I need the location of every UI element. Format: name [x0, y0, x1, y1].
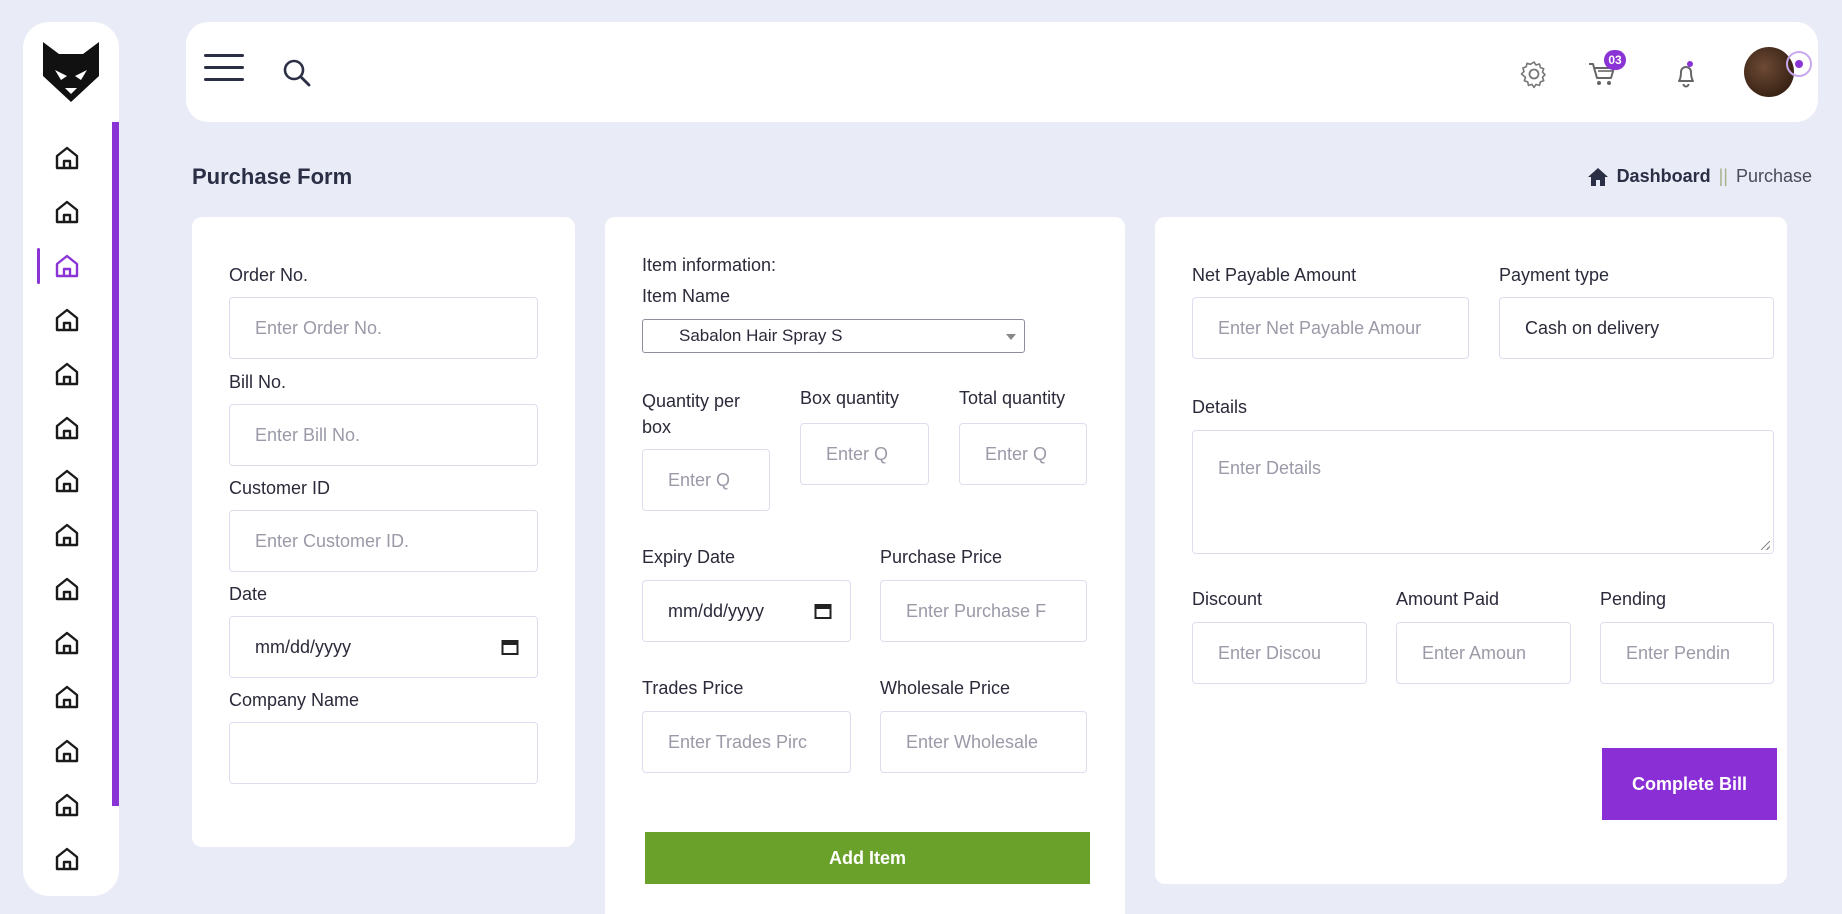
- wholesale-price-input[interactable]: Enter Wholesale: [880, 711, 1087, 773]
- fox-logo-icon: [43, 42, 99, 102]
- home-icon: [55, 146, 79, 170]
- company-name-input[interactable]: [229, 722, 538, 784]
- box-qty-input[interactable]: Enter Q: [800, 423, 929, 485]
- sidebar-nav-item[interactable]: [37, 515, 97, 555]
- sidebar-nav-item[interactable]: [37, 408, 97, 448]
- online-status-icon: [1786, 51, 1812, 77]
- breadcrumb-dashboard-link[interactable]: Dashboard: [1617, 166, 1711, 187]
- home-icon: [55, 523, 79, 547]
- home-icon: [55, 739, 79, 763]
- home-icon: [55, 200, 79, 224]
- sidebar-nav-item[interactable]: [37, 623, 97, 663]
- expiry-date-input[interactable]: mm/dd/yyyy: [642, 580, 851, 642]
- wholesale-price-label: Wholesale Price: [880, 678, 1011, 698]
- home-icon: [55, 793, 79, 817]
- payment-type-label: Payment type: [1499, 265, 1610, 285]
- date-input-text: mm/dd/yyyy: [255, 636, 352, 657]
- sidebar-nav-item[interactable]: [37, 785, 97, 825]
- discount-label: Discount: [1192, 589, 1263, 609]
- details-placeholder: Enter Details: [1218, 458, 1322, 478]
- discount-input[interactable]: Enter Discou: [1192, 622, 1367, 684]
- box-qty-label: Box quantity: [800, 388, 900, 408]
- gear-icon[interactable]: [1518, 58, 1550, 90]
- details-textarea[interactable]: Enter Details: [1192, 430, 1774, 554]
- date-label: Date: [229, 584, 268, 604]
- hamburger-menu-icon[interactable]: [204, 54, 244, 90]
- payment-card: Net Payable Amount Enter Net Payable Amo…: [1155, 217, 1787, 884]
- sidebar-nav-item[interactable]: [37, 731, 97, 771]
- home-icon: [55, 469, 79, 493]
- calendar-icon[interactable]: [814, 602, 832, 620]
- item-info-card: Item information: Item Name Sabalon Hair…: [605, 217, 1125, 914]
- home-icon[interactable]: [1587, 167, 1609, 187]
- item-name-select[interactable]: Sabalon Hair Spray S: [642, 319, 1025, 353]
- top-bar: 03: [186, 22, 1818, 122]
- sidebar-nav-item[interactable]: [37, 677, 97, 717]
- order-no-input[interactable]: Enter Order No.: [229, 297, 538, 359]
- sidebar-nav-item[interactable]: [37, 569, 97, 609]
- page-title: Purchase Form: [192, 164, 353, 189]
- order-info-card: Order No. Enter Order No. Bill No. Enter…: [192, 217, 575, 847]
- sidebar-scrollbar[interactable]: [112, 122, 119, 806]
- chevron-down-icon: [1006, 334, 1016, 340]
- purchase-price-label: Purchase Price: [880, 547, 1003, 567]
- details-label: Details: [1192, 397, 1248, 417]
- sidebar-nav-item[interactable]: [37, 839, 97, 879]
- amount-paid-input[interactable]: Enter Amoun: [1396, 622, 1571, 684]
- notification-bell-icon[interactable]: [1670, 58, 1702, 90]
- pending-input[interactable]: Enter Pendin: [1600, 622, 1774, 684]
- item-name-label: Item Name: [642, 286, 731, 306]
- breadcrumb-separator: ||: [1718, 166, 1728, 186]
- purchase-price-input[interactable]: Enter Purchase F: [880, 580, 1087, 642]
- search-icon[interactable]: [282, 58, 312, 88]
- breadcrumb: Dashboard || Purchase: [1587, 166, 1812, 187]
- total-qty-label: Total quantity: [959, 388, 1066, 408]
- bill-no-input[interactable]: Enter Bill No.: [229, 404, 538, 466]
- home-icon: [55, 631, 79, 655]
- customer-id-input[interactable]: Enter Customer ID.: [229, 510, 538, 572]
- bill-no-label: Bill No.: [229, 372, 287, 392]
- sidebar-nav-item[interactable]: [37, 461, 97, 501]
- expiry-date-label: Expiry Date: [642, 547, 736, 567]
- complete-bill-button[interactable]: Complete Bill: [1602, 748, 1777, 820]
- user-avatar[interactable]: [1744, 47, 1794, 97]
- customer-id-label: Customer ID: [229, 478, 331, 498]
- breadcrumb-current: Purchase: [1735, 166, 1812, 186]
- calendar-icon[interactable]: [501, 638, 519, 656]
- home-icon: [55, 254, 79, 278]
- item-info-title: Item information:: [642, 255, 777, 275]
- home-icon: [55, 685, 79, 709]
- total-qty-input[interactable]: Enter Q: [959, 423, 1087, 485]
- qty-per-box-label: Quantity per box: [642, 391, 741, 437]
- sidebar-nav-item[interactable]: [37, 246, 97, 286]
- item-name-selected: Sabalon Hair Spray S: [679, 326, 843, 345]
- home-icon: [55, 847, 79, 871]
- net-payable-label: Net Payable Amount: [1192, 265, 1357, 285]
- sidebar-nav-item[interactable]: [37, 300, 97, 340]
- sidebar-nav-item[interactable]: [37, 192, 97, 232]
- sidebar-nav-item[interactable]: [37, 138, 97, 178]
- payment-type-select[interactable]: Cash on delivery: [1499, 297, 1774, 359]
- amount-paid-label: Amount Paid: [1396, 589, 1500, 609]
- add-item-button[interactable]: Add Item: [645, 832, 1090, 884]
- pending-label: Pending: [1600, 589, 1667, 609]
- net-payable-input[interactable]: Enter Net Payable Amour: [1192, 297, 1469, 359]
- trades-price-label: Trades Price: [642, 678, 744, 698]
- expiry-date-text: mm/dd/yyyy: [668, 600, 765, 621]
- home-icon: [55, 577, 79, 601]
- sidebar-nav-item[interactable]: [37, 354, 97, 394]
- home-icon: [55, 362, 79, 386]
- home-icon: [55, 308, 79, 332]
- date-input[interactable]: mm/dd/yyyy: [229, 616, 538, 678]
- home-icon: [55, 416, 79, 440]
- company-name-label: Company Name: [229, 690, 360, 710]
- order-no-label: Order No.: [229, 265, 309, 285]
- cart-count-badge: 03: [1604, 50, 1626, 70]
- qty-per-box-input[interactable]: Enter Q: [642, 449, 770, 511]
- resize-handle-icon[interactable]: [1761, 541, 1770, 550]
- trades-price-input[interactable]: Enter Trades Pirc: [642, 711, 851, 773]
